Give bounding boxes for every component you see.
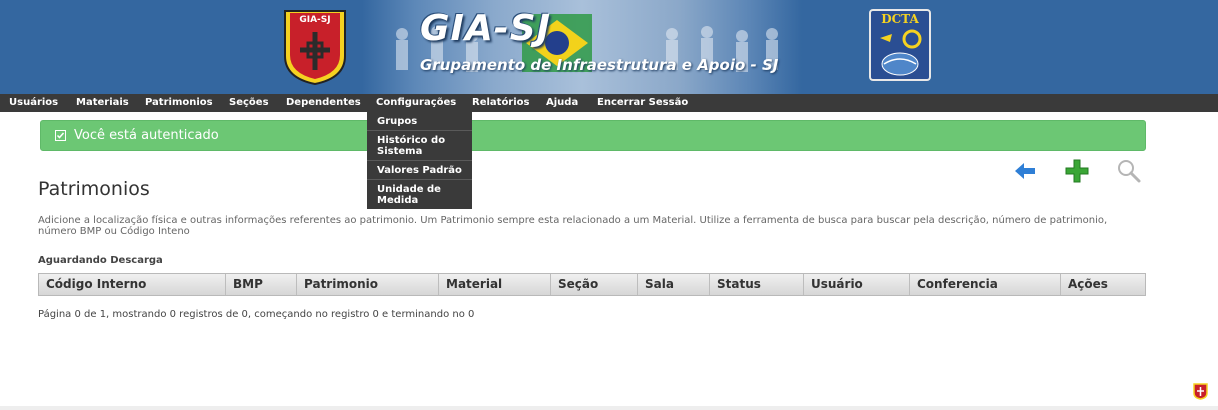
column-header-usuario[interactable]: Usuário <box>804 274 910 295</box>
check-icon <box>55 130 66 141</box>
banner-subtitle: Grupamento de Infraestrutura e Apoio - S… <box>420 56 779 74</box>
column-header-bmp[interactable]: BMP <box>226 274 297 295</box>
nav-item-ajuda[interactable]: Ajuda <box>546 94 578 112</box>
configuracoes-dropdown: Grupos Histórico do Sistema Valores Padr… <box>367 112 472 209</box>
column-header-conferencia[interactable]: Conferencia <box>910 274 1061 295</box>
nav-item-encerrar-sessao[interactable]: Encerrar Sessão <box>597 94 688 112</box>
search-icon[interactable] <box>1116 158 1142 184</box>
dropdown-item-unidade-medida[interactable]: Unidade de Medida <box>367 180 472 209</box>
auth-alert: Você está autenticado <box>40 120 1146 151</box>
svg-text:DCTA: DCTA <box>881 12 919 26</box>
dropdown-item-historico[interactable]: Histórico do Sistema <box>367 131 472 161</box>
column-header-material[interactable]: Material <box>439 274 551 295</box>
column-header-status[interactable]: Status <box>710 274 804 295</box>
section-label: Aguardando Descarga <box>38 255 163 266</box>
pagination-info: Página 0 de 1, mostrando 0 registros de … <box>38 309 475 320</box>
page-description: Adicione a localização física e outras i… <box>38 215 1108 237</box>
nav-item-usuarios[interactable]: Usuários <box>9 94 58 112</box>
header-banner: GIA-SJ GIA-SJ Grupamento de Infraestrutu… <box>0 0 1218 94</box>
svg-text:GIA-SJ: GIA-SJ <box>299 15 330 25</box>
nav-item-dependentes[interactable]: Dependentes <box>286 94 361 112</box>
nav-item-patrimonios[interactable]: Patrimonios <box>145 94 213 112</box>
dcta-logo: DCTA <box>869 9 931 81</box>
banner-title: GIA-SJ <box>420 8 552 49</box>
column-header-codigo-interno[interactable]: Código Interno <box>39 274 226 295</box>
nav-item-configuracoes[interactable]: Configurações <box>376 94 457 112</box>
alert-text: Você está autenticado <box>74 128 219 143</box>
column-header-patrimonio[interactable]: Patrimonio <box>297 274 439 295</box>
nav-item-materiais[interactable]: Materiais <box>76 94 129 112</box>
column-header-secao[interactable]: Seção <box>551 274 638 295</box>
dropdown-item-valores-padrao[interactable]: Valores Padrão <box>367 161 472 180</box>
patrimonio-table-header: Código Interno BMP Patrimonio Material S… <box>38 273 1146 296</box>
footer-divider <box>0 406 1218 410</box>
column-header-acoes[interactable]: Ações <box>1061 274 1145 295</box>
page-title: Patrimonios <box>38 178 150 200</box>
column-header-sala[interactable]: Sala <box>638 274 710 295</box>
left-arrow-icon[interactable] <box>1012 158 1038 184</box>
gia-sj-shield-logo: GIA-SJ <box>284 10 346 86</box>
shield-icon[interactable] <box>1193 383 1208 400</box>
main-nav: Usuários Materiais Patrimonios Seções De… <box>0 94 1218 112</box>
plus-icon[interactable] <box>1064 158 1090 184</box>
nav-item-secoes[interactable]: Seções <box>229 94 269 112</box>
dropdown-item-grupos[interactable]: Grupos <box>367 112 472 131</box>
nav-item-relatorios[interactable]: Relatórios <box>472 94 530 112</box>
